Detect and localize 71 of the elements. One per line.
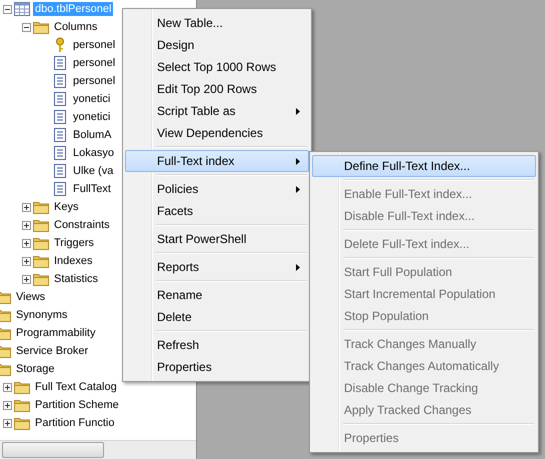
expand-toggle[interactable] [3, 400, 12, 410]
column-icon [52, 181, 68, 197]
menu-item[interactable]: Script Table as [125, 100, 309, 122]
tree-item[interactable]: Storage [14, 362, 57, 376]
submenu-arrow-icon [296, 264, 300, 270]
tree-item[interactable]: Keys [52, 200, 80, 214]
expand-toggle[interactable] [22, 238, 31, 248]
menu-item[interactable]: Reports [125, 256, 309, 278]
tree-item[interactable]: yonetici [71, 110, 112, 124]
tree-item[interactable]: Service Broker [14, 344, 90, 358]
folder-icon [33, 20, 49, 34]
tree-item[interactable]: Triggers [52, 236, 96, 250]
folder-icon [33, 236, 49, 250]
column-icon [52, 91, 68, 107]
submenu-arrow-icon [296, 186, 300, 192]
tree-item[interactable]: Partition Functio [33, 416, 116, 430]
tree-item[interactable]: personel [71, 56, 118, 70]
expand-toggle[interactable] [22, 274, 31, 284]
tree-item[interactable]: personel [71, 74, 118, 88]
tree-item[interactable]: Constraints [52, 218, 112, 232]
tree-item[interactable]: Views [14, 290, 48, 304]
tree-item[interactable]: Indexes [52, 254, 95, 268]
collapse-toggle[interactable] [3, 4, 12, 14]
column-icon [52, 55, 68, 71]
submenu-arrow-icon [296, 108, 300, 114]
menu-item[interactable]: Delete [125, 306, 309, 328]
tree-item[interactable]: Lokasyo [71, 146, 116, 160]
folder-icon [33, 200, 49, 214]
column-icon [52, 127, 68, 143]
folder-icon [14, 398, 30, 412]
menu-item[interactable]: Policies [125, 178, 309, 200]
menu-item[interactable]: Full-Text index [125, 150, 309, 172]
tree-item[interactable]: Full Text Catalog [33, 380, 119, 394]
submenu-arrow-icon [296, 158, 300, 164]
expand-toggle[interactable] [3, 418, 12, 428]
tree-item[interactable]: yonetici [71, 92, 112, 106]
tree-item[interactable]: BolumA [71, 128, 114, 142]
menu-item[interactable]: Define Full-Text Index... [312, 155, 536, 177]
menu-item[interactable]: Refresh [125, 334, 309, 356]
expand-toggle[interactable] [3, 382, 12, 392]
tree-item[interactable]: Ulke (va [71, 164, 116, 178]
folder-icon [14, 380, 30, 394]
menu-item[interactable]: Start PowerShell [125, 228, 309, 250]
menu-item[interactable]: Properties [125, 356, 309, 378]
tree-item[interactable]: Statistics [52, 272, 100, 286]
menu-item[interactable]: Rename [125, 284, 309, 306]
expand-toggle[interactable] [22, 220, 31, 230]
column-icon [52, 73, 68, 89]
menu-item[interactable]: Design [125, 34, 309, 56]
expand-toggle[interactable] [22, 256, 31, 266]
menu-item[interactable]: View Dependencies [125, 122, 309, 144]
collapse-toggle[interactable] [22, 22, 31, 32]
tree-item[interactable]: Partition Scheme [33, 398, 121, 412]
menu-item[interactable]: Facets [125, 200, 309, 222]
horizontal-scrollbar[interactable] [0, 440, 196, 459]
tree-item[interactable]: Synonyms [14, 308, 70, 322]
folder-icon [33, 254, 49, 268]
tree-item[interactable]: personel [71, 38, 118, 52]
tree-item[interactable]: Columns [52, 20, 100, 34]
menu-item[interactable]: Select Top 1000 Rows [125, 56, 309, 78]
column-icon [52, 145, 68, 161]
expand-toggle[interactable] [22, 202, 31, 212]
tree-item[interactable]: FullText [71, 182, 113, 196]
menu-item[interactable]: New Table... [125, 12, 309, 34]
tree-item[interactable]: Programmability [14, 326, 98, 340]
folder-icon [33, 272, 49, 286]
column-icon [52, 109, 68, 125]
menu-item[interactable]: Edit Top 200 Rows [125, 78, 309, 100]
folder-icon [14, 416, 30, 430]
folder-icon [33, 218, 49, 232]
column-icon [52, 163, 68, 179]
